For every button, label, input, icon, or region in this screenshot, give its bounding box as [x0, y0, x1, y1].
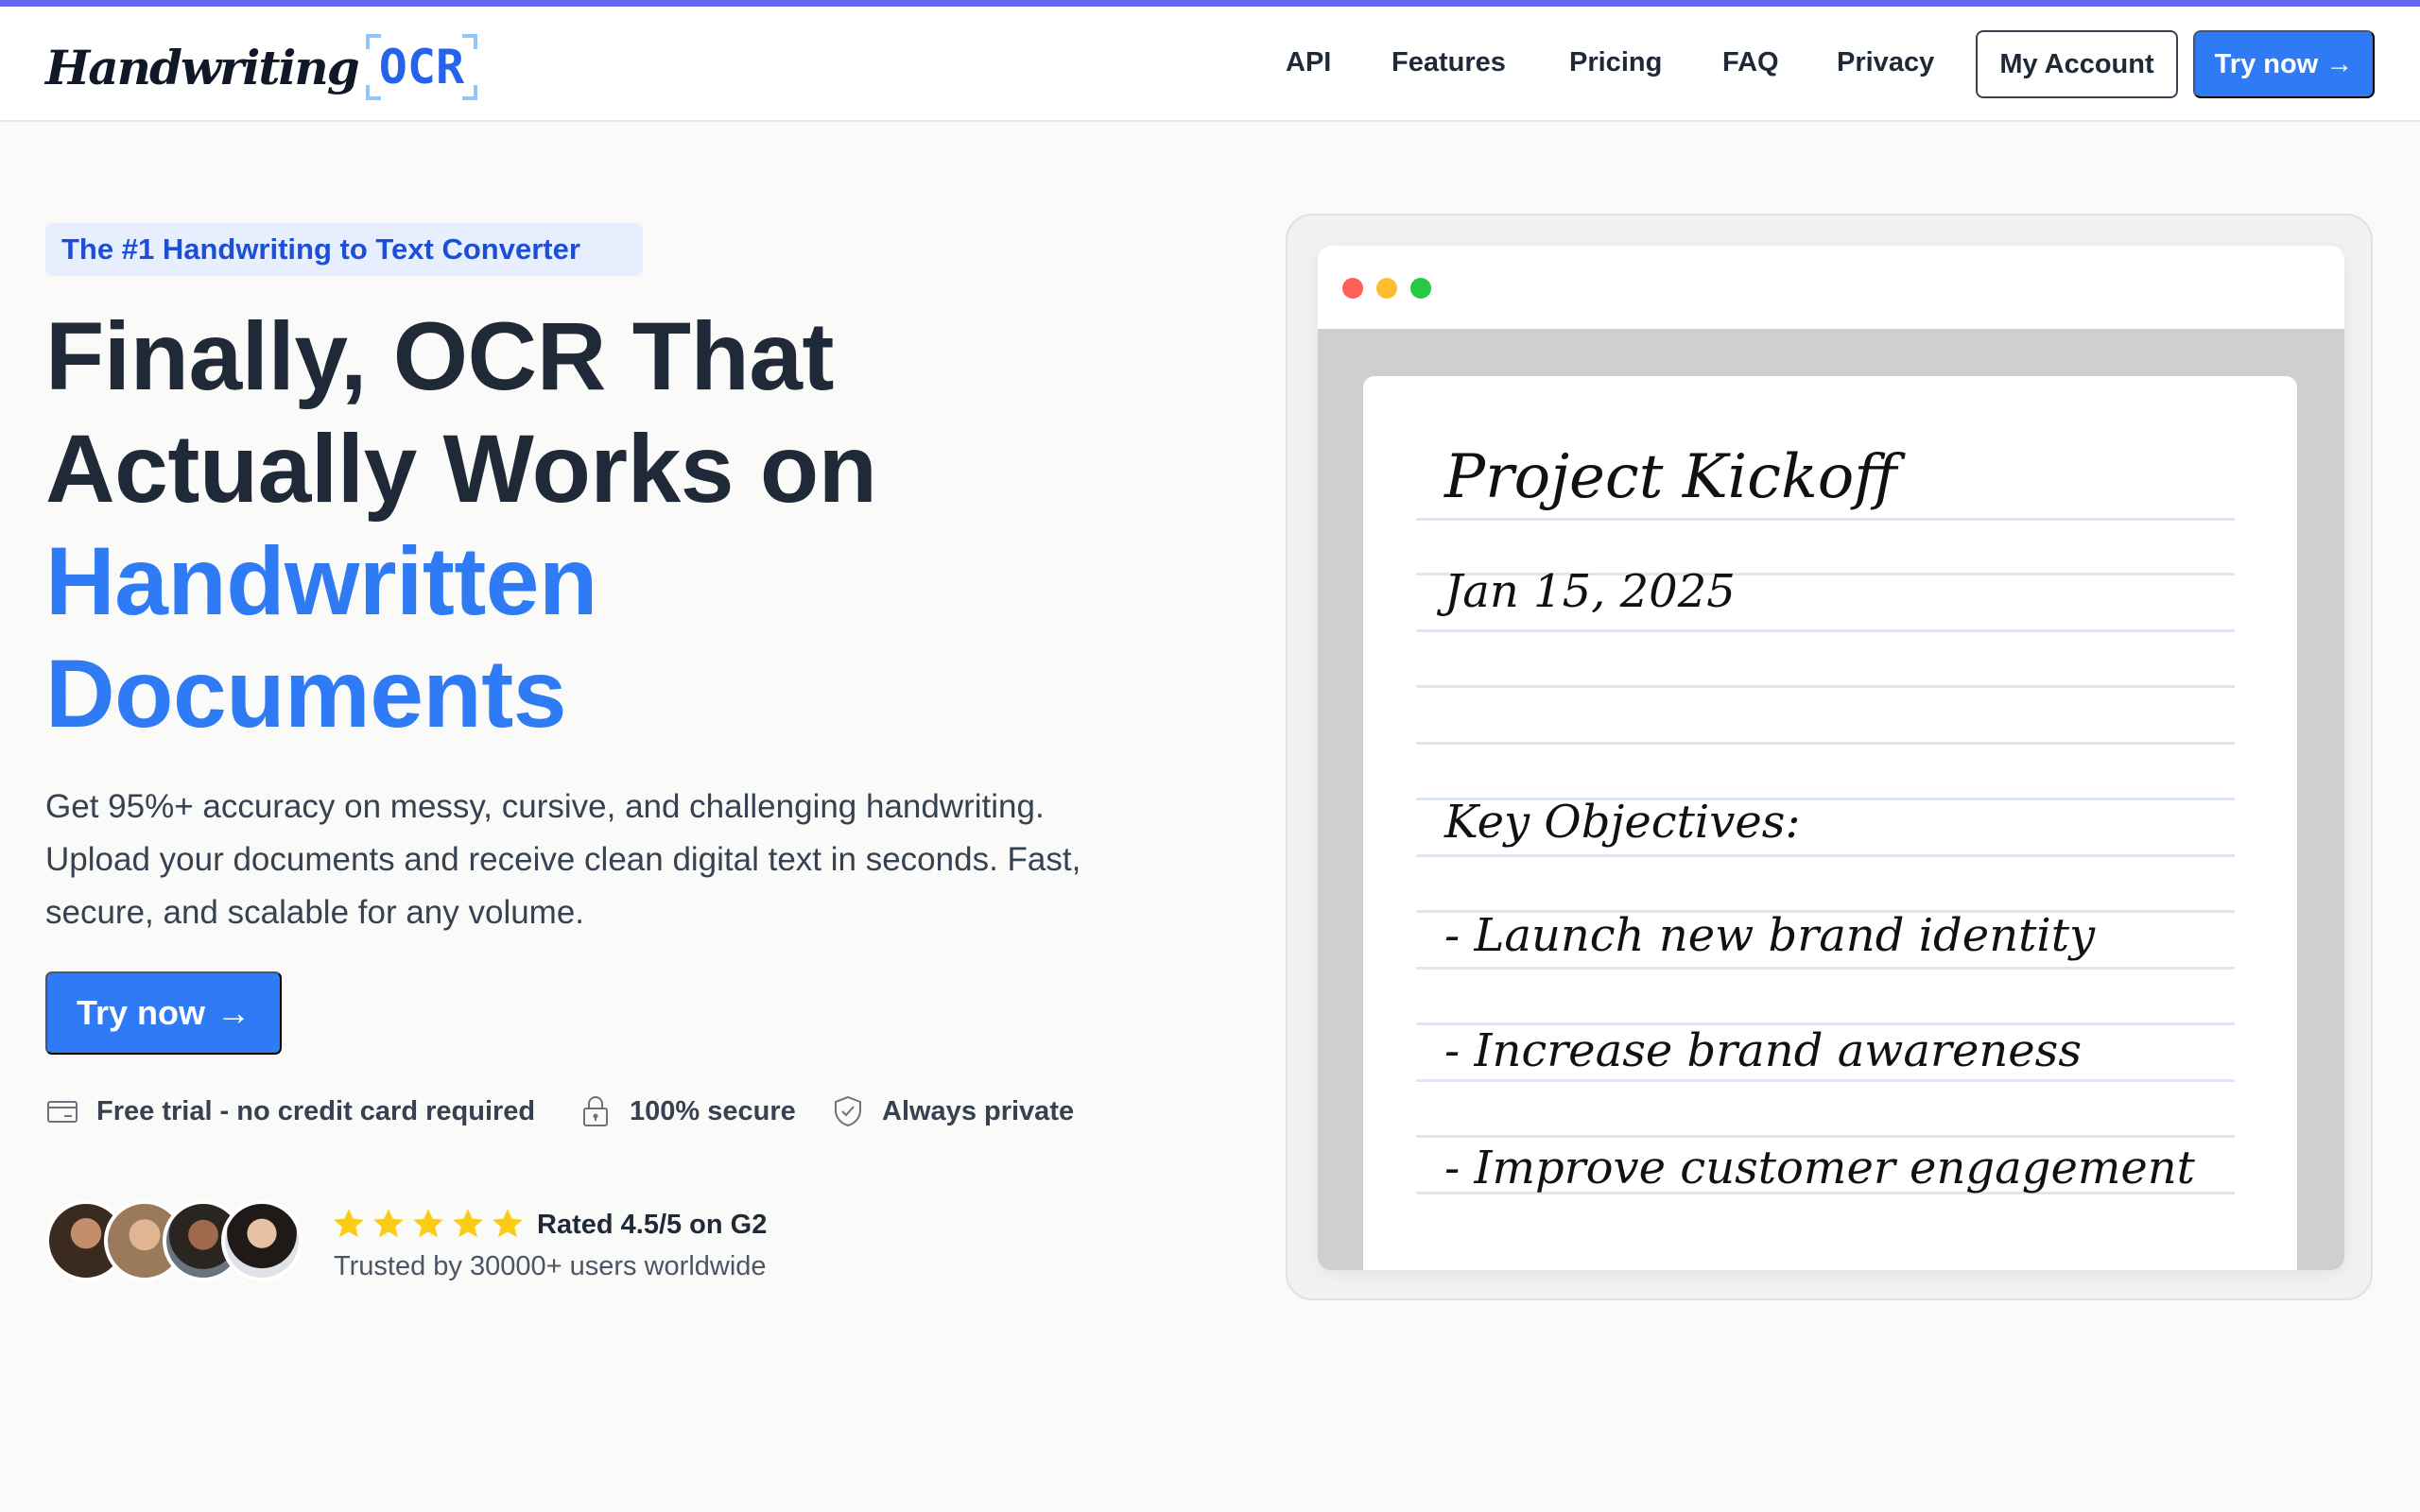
nav-link-api[interactable]: API: [1286, 47, 1331, 78]
star-icon: [413, 1209, 443, 1238]
cta-label: Try now: [76, 993, 206, 1032]
try-now-hero-button[interactable]: Try now →: [45, 971, 282, 1055]
star-icon: [373, 1209, 404, 1238]
note-item: - Launch new brand identity: [1444, 909, 2096, 962]
note-item: - Improve customer engagement: [1444, 1142, 2195, 1194]
preview-window: Project Kickoff Jan 15, 2025 Key Objecti…: [1318, 246, 2344, 1270]
feature-label: 100% secure: [630, 1095, 796, 1126]
close-dot: [1342, 278, 1363, 299]
top-accent-bar: [0, 0, 2420, 7]
rating-text: Rated 4.5/5 on G2: [537, 1210, 768, 1240]
logo[interactable]: Handwriting OCR: [45, 29, 478, 105]
notebook-page: Project Kickoff Jan 15, 2025 Key Objecti…: [1363, 376, 2297, 1270]
logo-ocr-mark: OCR: [365, 34, 478, 100]
arrow-right-icon: →: [216, 993, 251, 1032]
hero-headline: Finally, OCR That Actually Works on Hand…: [45, 301, 1180, 750]
star-icon: [334, 1209, 364, 1238]
star-rating: [331, 1206, 526, 1242]
social-proof: Rated 4.5/5 on G2 Trusted by 30000+ user…: [45, 1200, 991, 1281]
headline-line-4: Documents: [45, 640, 566, 747]
logo-wordmark: Handwriting: [45, 39, 360, 95]
nav-link-pricing[interactable]: Pricing: [1569, 47, 1662, 78]
user-avatars: [45, 1200, 306, 1281]
hero-badge: The #1 Handwriting to Text Converter: [45, 223, 643, 276]
headline-line-2: Actually Works on: [45, 415, 877, 523]
logo-ocr-text: OCR: [378, 40, 465, 94]
credit-card-icon: [47, 1101, 78, 1123]
note-date: Jan 15, 2025: [1444, 565, 1736, 618]
window-titlebar: [1318, 246, 2344, 329]
trusted-text: Trusted by 30000+ users worldwide: [334, 1251, 767, 1281]
feature-private: Always private: [831, 1089, 1074, 1134]
headline-line-1: Finally, OCR That: [45, 302, 835, 410]
navbar: Handwriting OCR API Features Pricing FAQ…: [0, 7, 2420, 122]
handwriting-preview: Project Kickoff Jan 15, 2025 Key Objecti…: [1286, 214, 2373, 1300]
try-now-nav-button[interactable]: Try now →: [2193, 30, 2375, 98]
star-icon: [493, 1209, 523, 1238]
feature-label: Always private: [882, 1095, 1075, 1126]
feature-list: Free trial - no credit card required 100…: [45, 1089, 1180, 1134]
nav-link-privacy[interactable]: Privacy: [1837, 47, 1934, 78]
star-icon: [453, 1209, 483, 1238]
note-item: - Increase brand awareness: [1444, 1024, 2082, 1077]
nav-link-faq[interactable]: FAQ: [1722, 47, 1779, 78]
note-title: Project Kickoff: [1444, 442, 1897, 512]
my-account-button[interactable]: My Account: [1976, 30, 2178, 98]
note-heading: Key Objectives:: [1444, 796, 1801, 849]
feature-free-trial: Free trial - no credit card required: [45, 1089, 535, 1134]
headline-line-3: Handwritten: [45, 527, 597, 635]
nav-link-features[interactable]: Features: [1392, 47, 1506, 78]
avatar: [221, 1200, 302, 1281]
lock-icon: [583, 1096, 608, 1126]
feature-label: Free trial - no credit card required: [96, 1095, 536, 1126]
feature-secure: 100% secure: [579, 1089, 796, 1134]
hero-subtext: Get 95%+ accuracy on messy, cursive, and…: [45, 788, 1081, 931]
minimize-dot: [1376, 278, 1397, 299]
maximize-dot: [1410, 278, 1431, 299]
shield-check-icon: [835, 1095, 861, 1127]
